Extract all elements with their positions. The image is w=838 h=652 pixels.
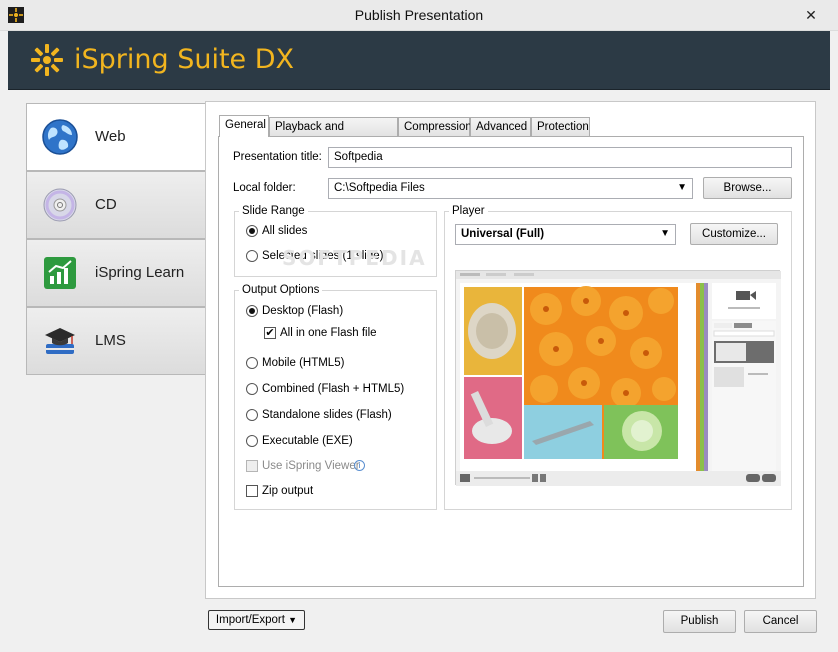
nav-label-ispring-learn: iSpring Learn xyxy=(95,264,185,281)
import-export-label: Import/Export xyxy=(215,614,285,626)
cancel-button[interactable]: Cancel xyxy=(744,610,817,633)
all-slides-label: All slides xyxy=(262,225,308,237)
nav-item-ispring-learn[interactable]: iSpring Learn xyxy=(26,239,206,307)
desktop-flash-radio[interactable] xyxy=(246,305,258,317)
chevron-down-icon: ▼ xyxy=(660,228,670,239)
standalone-slides-radio[interactable] xyxy=(246,409,258,421)
info-icon[interactable]: i xyxy=(354,460,365,471)
cd-icon xyxy=(41,186,79,224)
local-folder-value: C:\Softpedia Files xyxy=(334,182,425,194)
chevron-down-icon: ▼ xyxy=(288,615,298,625)
zip-output-checkbox[interactable] xyxy=(246,485,258,497)
local-folder-select[interactable]: C:\Softpedia Files ▼ xyxy=(328,178,693,199)
all-in-one-label: All in one Flash file xyxy=(280,327,377,339)
local-folder-label: Local folder: xyxy=(233,182,296,194)
tab-protection[interactable]: Protection xyxy=(531,117,590,137)
all-in-one-checkbox[interactable]: ✔ xyxy=(264,327,276,339)
globe-icon xyxy=(41,118,79,156)
close-icon[interactable]: ✕ xyxy=(800,6,822,24)
chevron-down-icon: ▼ xyxy=(677,182,687,193)
executable-radio[interactable] xyxy=(246,435,258,447)
publish-button[interactable]: Publish xyxy=(663,610,736,633)
nav-label-lms: LMS xyxy=(95,332,126,349)
tab-general[interactable]: General xyxy=(219,115,269,137)
chart-icon xyxy=(41,254,79,292)
mobile-html5-label: Mobile (HTML5) xyxy=(262,357,345,369)
ispring-logo-icon xyxy=(30,43,64,77)
combined-label: Combined (Flash + HTML5) xyxy=(262,383,405,395)
zip-output-label: Zip output xyxy=(262,485,314,497)
player-select[interactable]: Universal (Full) ▼ xyxy=(455,224,676,245)
graduation-cap-icon xyxy=(41,322,79,360)
all-slides-radio[interactable] xyxy=(246,225,258,237)
output-options-group xyxy=(234,290,437,510)
browse-button[interactable]: Browse... xyxy=(703,177,792,199)
standalone-slides-label: Standalone slides (Flash) xyxy=(262,409,392,421)
player-title: Player xyxy=(449,205,488,217)
brand-title: iSpring Suite DX xyxy=(74,44,295,75)
header-banner: iSpring Suite DX xyxy=(8,31,830,90)
combined-radio[interactable] xyxy=(246,383,258,395)
selected-slides-radio[interactable] xyxy=(246,250,258,262)
player-preview xyxy=(455,270,781,486)
import-export-button[interactable]: Import/Export ▼ xyxy=(208,610,305,630)
title-bar: Publish Presentation ✕ xyxy=(0,0,838,31)
watermark-text: SOFTPEDIA xyxy=(282,246,427,270)
mobile-html5-radio[interactable] xyxy=(246,357,258,369)
presentation-title-input[interactable]: Softpedia xyxy=(328,147,792,168)
use-viewer-checkbox[interactable] xyxy=(246,460,258,472)
tab-playback-and-navigation[interactable]: Playback and Navigation xyxy=(269,117,398,152)
output-options-title: Output Options xyxy=(239,284,323,296)
tab-compression[interactable]: Compression xyxy=(398,117,472,137)
nav-item-cd[interactable]: CD xyxy=(26,171,206,239)
desktop-flash-label: Desktop (Flash) xyxy=(262,305,344,317)
nav-item-lms[interactable]: LMS xyxy=(26,307,206,375)
slide-range-title: Slide Range xyxy=(239,205,308,217)
tab-advanced[interactable]: Advanced xyxy=(470,117,531,137)
customize-button[interactable]: Customize... xyxy=(690,223,778,245)
window-title: Publish Presentation xyxy=(354,7,484,23)
player-select-value: Universal (Full) xyxy=(461,228,545,240)
nav-label-cd: CD xyxy=(95,196,117,213)
executable-label: Executable (EXE) xyxy=(262,435,353,447)
use-viewer-label: Use iSpring Viewer xyxy=(262,460,360,472)
player-preview-image xyxy=(456,271,781,486)
nav-label-web: Web xyxy=(95,128,126,145)
nav-item-web[interactable]: Web xyxy=(26,103,208,171)
presentation-title-label: Presentation title: xyxy=(233,151,322,163)
